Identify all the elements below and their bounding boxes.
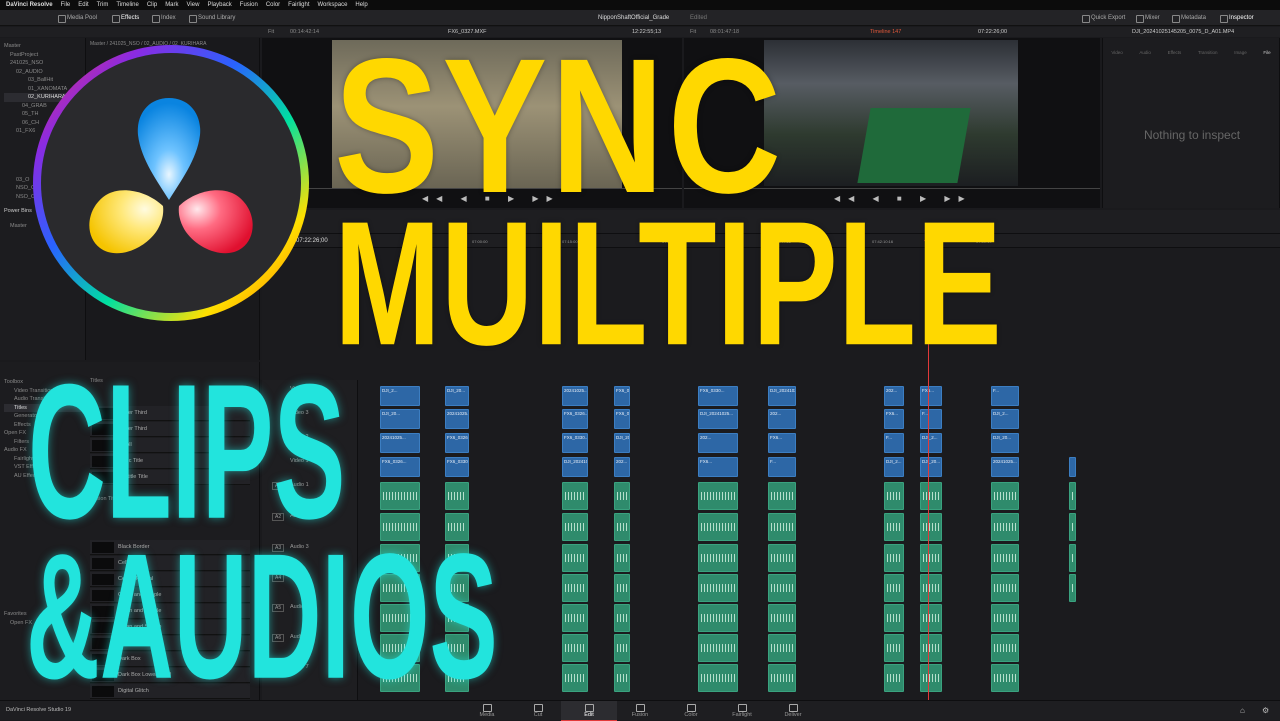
effects-button[interactable]: Effects: [112, 10, 139, 26]
page-fairlight[interactable]: Fairlight: [714, 701, 770, 721]
menu-color[interactable]: Color: [266, 0, 280, 10]
menu-clip[interactable]: Clip: [147, 0, 157, 10]
menu-playback[interactable]: Playback: [207, 0, 231, 10]
sound-library-button[interactable]: Sound Library: [189, 10, 235, 26]
menu-mark[interactable]: Mark: [165, 0, 178, 10]
inspector-tab-effects[interactable]: Effects: [1168, 50, 1182, 55]
inspector-tab-image[interactable]: Image: [1234, 50, 1247, 55]
source-duration: 00:14:42:14: [290, 29, 320, 35]
resolve-logo: [28, 40, 314, 326]
inspector-tab-video[interactable]: Video: [1111, 50, 1122, 55]
inspector-empty-message: Nothing to inspect: [1143, 128, 1241, 142]
index-button[interactable]: Index: [152, 10, 176, 26]
quick-export-button[interactable]: Quick Export: [1082, 10, 1125, 26]
inspector-tab-file[interactable]: File: [1263, 50, 1270, 55]
menu-file[interactable]: File: [61, 0, 71, 10]
mixer-button[interactable]: Mixer: [1136, 10, 1160, 26]
media-pool-button[interactable]: Media Pool: [58, 10, 97, 26]
page-fusion[interactable]: Fusion: [612, 701, 668, 721]
page-edit[interactable]: Edit: [561, 701, 617, 721]
metadata-button[interactable]: Metadata: [1172, 10, 1206, 26]
menu-help[interactable]: Help: [355, 0, 367, 10]
resolve-logo-icon: [33, 45, 309, 321]
inspector-panel: Video Audio Effects Transition Image Fil…: [1102, 38, 1280, 208]
page-bar: DaVinci Resolve Studio 19 Media Cut Edit…: [0, 700, 1280, 721]
menu-edit[interactable]: Edit: [78, 0, 88, 10]
inspector-clip-name: DJI_20241025145205_0075_D_A01.MP4: [1132, 29, 1235, 35]
menu-fusion[interactable]: Fusion: [240, 0, 258, 10]
menu-app[interactable]: DaVinci Resolve: [6, 0, 53, 10]
menu-workspace[interactable]: Workspace: [318, 0, 348, 10]
inspector-tab-audio[interactable]: Audio: [1139, 50, 1151, 55]
settings-icon[interactable]: ⚙: [1262, 706, 1269, 715]
menu-view[interactable]: View: [187, 0, 200, 10]
page-cut[interactable]: Cut: [510, 701, 566, 721]
headline-multiple: MUILTIPLE: [334, 185, 1002, 383]
menu-trim[interactable]: Trim: [97, 0, 109, 10]
page-deliver[interactable]: Deliver: [765, 701, 821, 721]
source-fit[interactable]: Fit: [268, 27, 274, 37]
golf-mat: [857, 108, 971, 183]
page-color[interactable]: Color: [663, 701, 719, 721]
headline-audios: &AUDIOS: [26, 517, 498, 717]
timeline-name[interactable]: Timeline 147: [870, 27, 901, 37]
page-media[interactable]: Media: [459, 701, 515, 721]
inspector-tab-transition[interactable]: Transition: [1198, 50, 1218, 55]
menu-fairlight[interactable]: Fairlight: [288, 0, 309, 10]
menu-timeline[interactable]: Timeline: [116, 0, 138, 10]
inspector-button[interactable]: Inspector: [1220, 10, 1254, 26]
home-icon[interactable]: ⌂: [1240, 706, 1245, 715]
timeline-viewer-timecode: 07:22:26;00: [978, 29, 1008, 35]
menu-bar: DaVinci Resolve File Edit Trim Timeline …: [0, 0, 1280, 10]
app-version: DaVinci Resolve Studio 19: [6, 707, 72, 713]
